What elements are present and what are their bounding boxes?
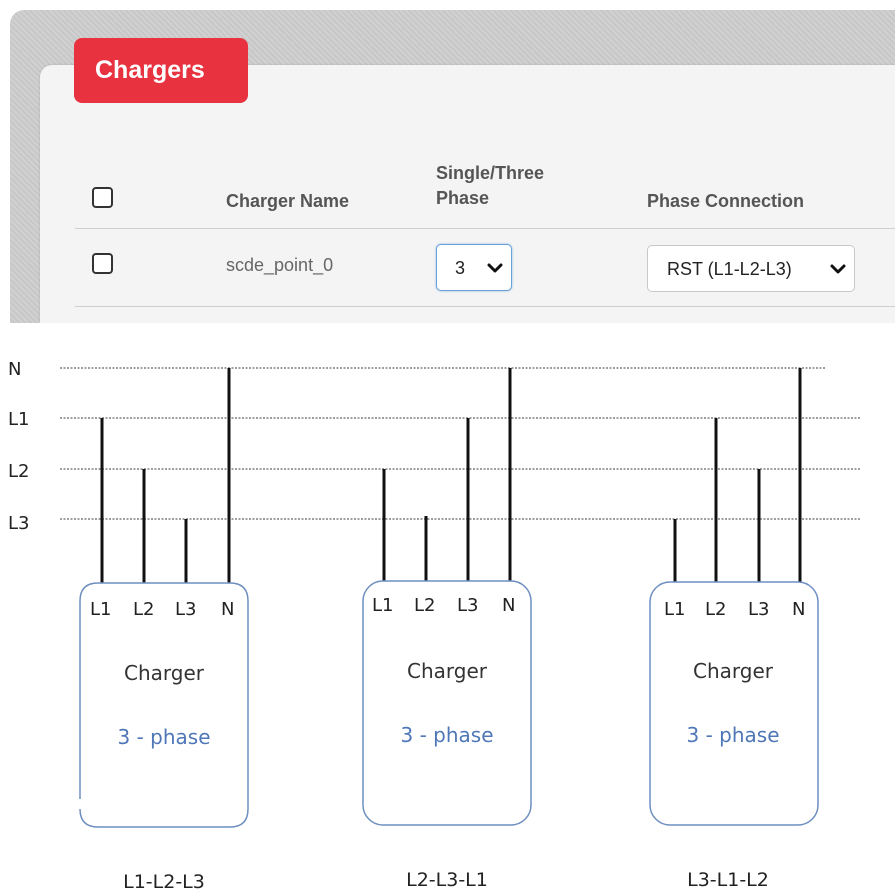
charger-1-terminal-l1: L1 — [90, 599, 111, 620]
chevron-down-icon — [830, 264, 846, 274]
charger-1: L1 L2 L3 N Charger 3 - phase L1-L2-L3 — [79, 368, 249, 891]
phase-wiring-diagram: N L1 L2 L3 L1 L2 L3 N Charger 3 - phase … — [0, 323, 895, 891]
wiring-diagram-svg: N L1 L2 L3 L1 L2 L3 N Charger 3 - phase … — [8, 359, 860, 891]
charger-name-header: Charger Name — [226, 191, 350, 211]
phase-header-line1: Single/Three — [436, 163, 545, 183]
chargers-tab[interactable]: Chargers — [74, 38, 248, 103]
charger-2-caption: L2-L3-L1 — [406, 869, 488, 891]
header-divider — [75, 228, 895, 229]
select-all-checkbox[interactable] — [92, 187, 113, 208]
phase-connection-select[interactable]: RST (L1-L2-L3) — [647, 245, 855, 292]
charger-3-subtitle: 3 - phase — [686, 723, 779, 747]
chargers-panel: Chargers Charger Name Single/Three Phase… — [0, 0, 895, 323]
charger-name-cell: scde_point_0 — [226, 255, 334, 275]
bus-label-n: N — [8, 359, 21, 380]
chevron-down-icon — [487, 263, 503, 273]
charger-2-title: Charger — [407, 659, 488, 683]
charger-3-terminal-l2: L2 — [705, 599, 726, 620]
bus-label-l3: L3 — [8, 513, 29, 534]
charger-2-terminal-n: N — [502, 595, 515, 616]
charger-2-terminal-l1: L1 — [372, 595, 393, 616]
charger-3-terminal-l3: L3 — [748, 599, 769, 620]
phase-header: Single/Three Phase — [436, 161, 544, 211]
phase-header-line2: Phase — [436, 188, 490, 208]
charger-2-terminal-l2: L2 — [414, 595, 435, 616]
charger-2-box — [362, 580, 532, 826]
phase-connection-value: RST (L1-L2-L3) — [667, 259, 792, 279]
charger-1-subtitle: 3 - phase — [117, 725, 210, 749]
bus-label-l1: L1 — [8, 409, 29, 430]
phase-connection-header: Phase Connection — [647, 191, 805, 211]
phase-select-value: 3 — [455, 258, 466, 278]
charger-3-terminal-n: N — [792, 599, 805, 620]
phase-select[interactable]: 3 — [436, 244, 512, 291]
charger-1-title: Charger — [124, 661, 205, 685]
charger-2-terminal-l3: L3 — [457, 595, 478, 616]
charger-3-title: Charger — [693, 659, 774, 683]
charger-3-terminal-l1: L1 — [664, 599, 685, 620]
bus-label-l2: L2 — [8, 461, 29, 482]
charger-3: L1 L2 L3 N Charger 3 - phase L3-L1-L2 — [649, 368, 819, 891]
charger-2: L1 L2 L3 N Charger 3 - phase L2-L3-L1 — [362, 368, 532, 891]
charger-1-terminal-l2: L2 — [133, 599, 154, 620]
row-checkbox[interactable] — [92, 253, 113, 274]
charger-2-subtitle: 3 - phase — [400, 723, 493, 747]
charger-1-terminal-l3: L3 — [175, 599, 196, 620]
charger-1-caption: L1-L2-L3 — [123, 871, 205, 891]
row-divider — [75, 306, 895, 307]
charger-3-caption: L3-L1-L2 — [687, 869, 769, 891]
charger-1-terminal-n: N — [221, 599, 234, 620]
